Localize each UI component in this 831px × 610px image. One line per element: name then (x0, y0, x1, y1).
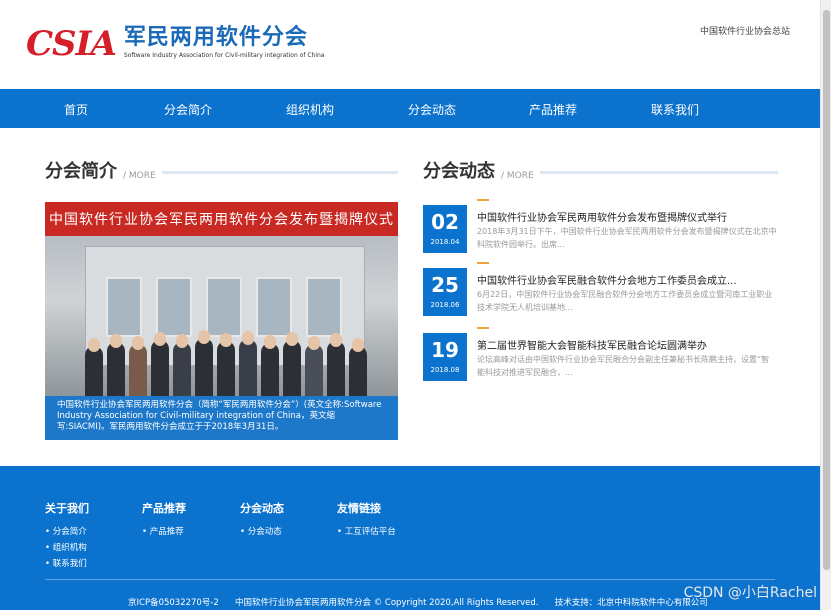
footer-column-links: 友情链接 • 工互评估平台 (337, 500, 396, 540)
footer-link-organization[interactable]: • 组织机构 (45, 540, 89, 556)
footer-column-title: 分会动态 (240, 502, 284, 515)
footer-link-intro[interactable]: • 分会简介 (45, 524, 89, 540)
nav-item-home[interactable]: 首页 (64, 101, 88, 118)
news-more-link[interactable]: / MORE (501, 171, 534, 181)
nav-item-intro[interactable]: 分会简介 (164, 101, 212, 118)
logo-mark: CSIA (26, 24, 117, 64)
news-title[interactable]: 中国软件行业协会军民融合软件分会地方工作委员会成立... (477, 272, 737, 287)
scrollbar-thumb[interactable] (823, 10, 830, 570)
footer-link-evaluation-platform[interactable]: • 工互评估平台 (337, 524, 396, 540)
nav-item-products[interactable]: 产品推荐 (529, 101, 577, 118)
intro-caption: 中国软件行业协会军民两用软件分会（简称“军民两用软件分会”）(英文全称:Soft… (45, 396, 398, 440)
footer-copyright: 京ICP备05032270号-2 中国软件行业协会军民两用软件分会 © Copy… (128, 598, 708, 608)
footer-column-news: 分会动态 • 分会动态 (240, 500, 284, 540)
date-day: 25 (431, 273, 459, 297)
logo-text: 军民两用软件分会 Software Industry Association f… (124, 24, 325, 60)
news-section-title: 分会动态 (423, 161, 495, 182)
footer-link-products[interactable]: • 产品推荐 (142, 524, 186, 540)
news-item[interactable]: 25 2018.06 中国软件行业协会军民融合软件分会地方工作委员会成立... … (423, 262, 778, 324)
footer-column-title: 友情链接 (337, 502, 381, 515)
logo-chinese-name: 军民两用软件分会 (123, 25, 308, 50)
intro-more-link[interactable]: / MORE (123, 171, 156, 181)
group-of-people (75, 316, 375, 396)
nav-item-organization[interactable]: 组织机构 (286, 101, 334, 118)
csdn-watermark: CSDN @小白Rachel (683, 585, 817, 601)
footer-link-news[interactable]: • 分会动态 (240, 524, 284, 540)
news-title[interactable]: 中国软件行业协会军民两用软件分会发布暨揭牌仪式举行 (477, 209, 727, 224)
news-title[interactable]: 第二届世界智能大会智能科技军民融合论坛圆满举办 (477, 337, 707, 352)
page-scrollbar[interactable] (820, 0, 831, 610)
section-divider (161, 171, 398, 174)
date-day: 02 (431, 210, 459, 234)
footer-link-contact[interactable]: • 联系我们 (45, 556, 89, 572)
event-banner: 中国软件行业协会军民两用软件分会发布暨揭牌仪式 (45, 202, 398, 236)
nav-item-contact[interactable]: 联系我们 (651, 101, 699, 118)
date-badge: 25 2018.06 (423, 268, 467, 316)
date-year-month: 2018.08 (430, 366, 460, 374)
site-header: CSIA 军民两用软件分会 Software Industry Associat… (0, 0, 820, 89)
group-photo (45, 236, 398, 396)
news-summary: 论坛高峰对话由中国软件行业协会军民融合分会副主任兼秘书长陈鹏主持，设置“智能科技… (477, 355, 770, 377)
main-nav: 首页 分会简介 组织机构 分会动态 产品推荐 联系我们 (0, 89, 820, 128)
nav-item-news[interactable]: 分会动态 (408, 101, 456, 118)
footer-column-about: 关于我们 • 分会简介 • 组织机构 • 联系我们 (45, 500, 89, 572)
news-accent-bar (477, 199, 489, 201)
news-item[interactable]: 19 2018.08 第二届世界智能大会智能科技军民融合论坛圆满举办 论坛高峰对… (423, 327, 778, 389)
intro-section-header: 分会简介 / MORE (45, 160, 398, 184)
date-badge: 02 2018.04 (423, 205, 467, 253)
logo-english-name: Software Industry Association for Civil-… (123, 52, 325, 59)
footer-divider (45, 579, 775, 580)
intro-section-title: 分会简介 (45, 161, 117, 182)
date-badge: 19 2018.08 (423, 333, 467, 381)
news-item[interactable]: 02 2018.04 中国软件行业协会军民两用软件分会发布暨揭牌仪式举行 201… (423, 199, 778, 261)
news-section-header: 分会动态 / MORE (423, 160, 778, 184)
footer-column-title: 关于我们 (45, 502, 89, 515)
footer-column-products: 产品推荐 • 产品推荐 (142, 500, 186, 540)
news-summary: 6月22日，中国软件行业协会军民融合软件分会地方工作委员会成立暨河南工业职业技术… (477, 290, 773, 312)
news-summary: 2018年3月31日下午，中国软件行业协会军民两用软件分会发布暨揭牌仪式在北京中… (477, 227, 777, 249)
footer-column-title: 产品推荐 (142, 502, 186, 515)
site-logo[interactable]: CSIA 军民两用软件分会 Software Industry Associat… (26, 24, 324, 64)
news-accent-bar (477, 262, 489, 264)
news-accent-bar (477, 327, 489, 329)
date-year-month: 2018.04 (430, 238, 460, 246)
date-year-month: 2018.06 (430, 301, 460, 309)
section-divider (539, 171, 778, 174)
date-day: 19 (431, 338, 459, 362)
main-site-link[interactable]: 中国软件行业协会总站 (700, 24, 790, 37)
intro-image-card[interactable]: 中国软件行业协会军民两用软件分会发布暨揭牌仪式 中国软件行业协会军民两用软件分会… (45, 202, 398, 440)
